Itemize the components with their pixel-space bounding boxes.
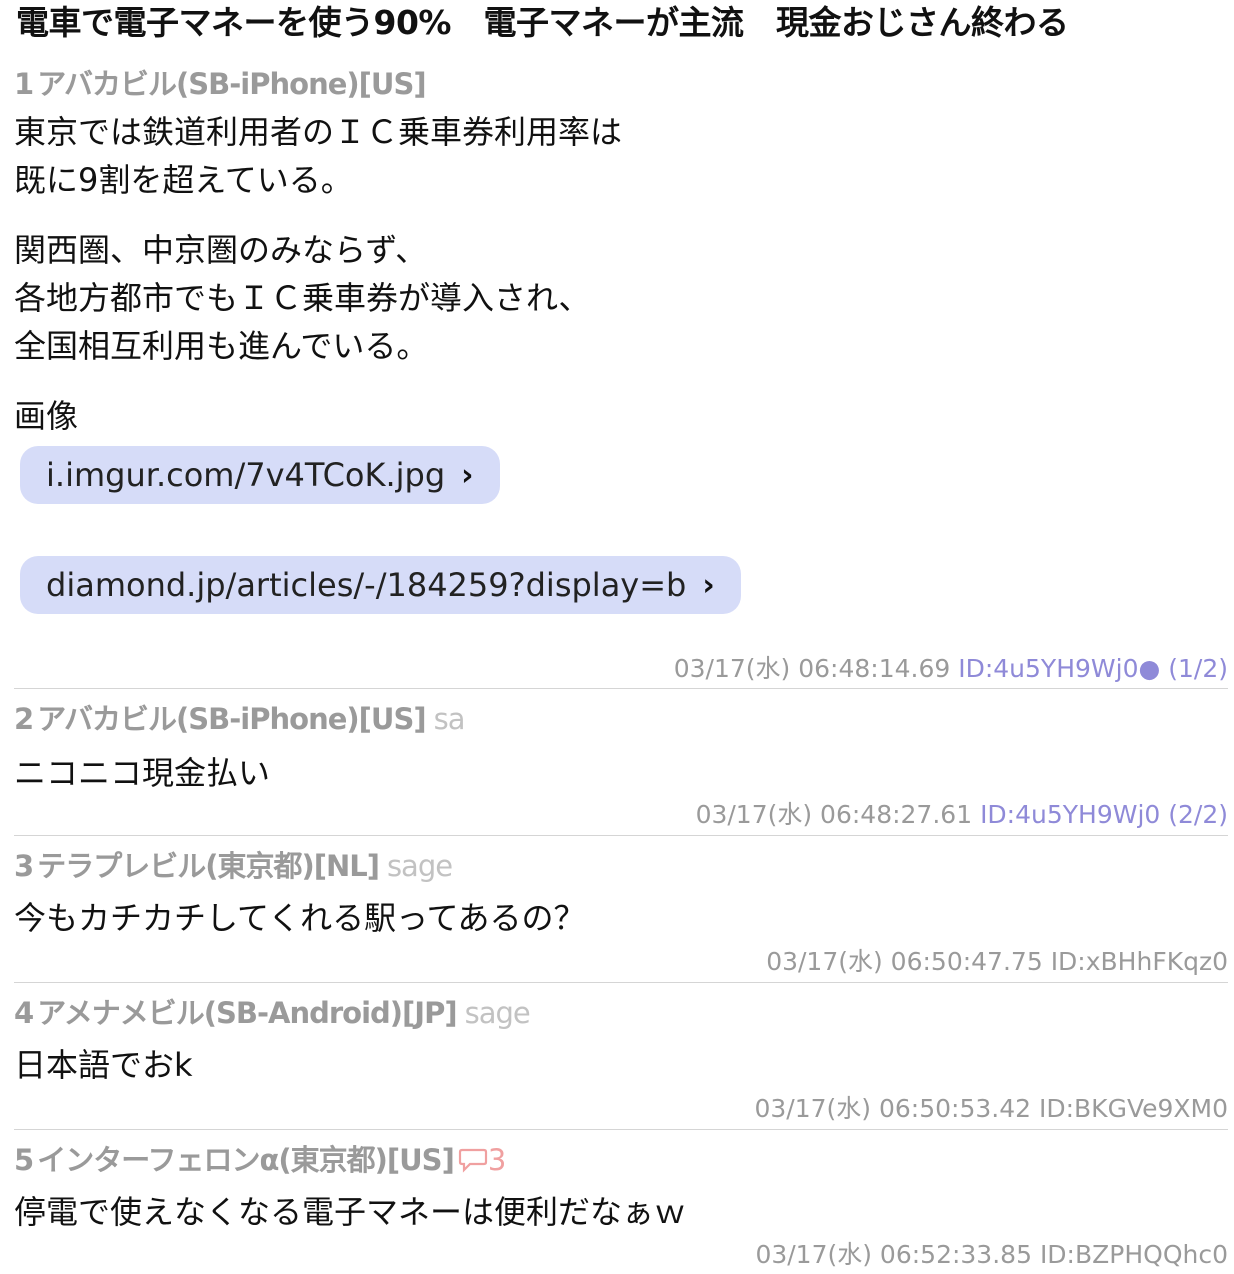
post-header[interactable]: 5 インターフェロンα(東京都)[US] 3 <box>14 1140 1228 1180</box>
post-datetime: 03/17(水) 06:50:47.75 <box>766 947 1043 976</box>
post-number[interactable]: 1 <box>14 67 34 101</box>
link-row: i.imgur.com/7v4TCoK.jpg › <box>14 446 1228 504</box>
poster-id[interactable]: ID:BZPHQQhc0 <box>1040 1240 1228 1269</box>
speech-bubble-icon <box>458 1148 487 1173</box>
divider <box>14 1129 1228 1130</box>
link-label: diamond.jp/articles/-/184259?display=b <box>46 566 687 604</box>
thread-title: 電車で電子マネーを使う90% 電子マネーが主流 現金おじさん終わる <box>16 3 1069 42</box>
mail-field: sage <box>386 849 453 883</box>
poster-name: アメナメビル(SB-Android)[JP] <box>37 996 457 1030</box>
reply-count-number: 3 <box>487 1143 506 1177</box>
post-header[interactable]: 1 アバカビル(SB-iPhone)[US] <box>14 64 1228 104</box>
post-footer: 03/17(水) 06:50:47.75 ID:xBHhFKqz0 <box>766 945 1228 979</box>
post-footer: 03/17(水) 06:48:14.69 ID:4u5YH9Wj0● (1/2) <box>674 652 1228 686</box>
post-body: 日本語でおk <box>14 1046 193 1084</box>
post-number[interactable]: 4 <box>14 996 34 1030</box>
post-footer: 03/17(水) 06:50:53.42 ID:BKGVe9XM0 <box>754 1092 1228 1126</box>
link-row: diamond.jp/articles/-/184259?display=b › <box>14 556 1228 614</box>
post-header[interactable]: 4 アメナメビル(SB-Android)[JP] sage <box>14 993 1228 1033</box>
poster-id[interactable]: ID:BKGVe9XM0 <box>1039 1094 1228 1123</box>
poster-id[interactable]: ID:4u5YH9Wj0 (2/2) <box>980 800 1228 829</box>
post-datetime: 03/17(水) 06:48:27.61 <box>695 800 973 829</box>
reply-count[interactable]: 3 <box>458 1143 506 1177</box>
post-number[interactable]: 2 <box>14 702 34 736</box>
post-datetime: 03/17(水) 06:52:33.85 <box>755 1240 1032 1269</box>
post-number[interactable]: 3 <box>14 849 34 883</box>
divider <box>14 982 1228 983</box>
post-body: 今もカチカチしてくれる駅ってあるの？ <box>14 899 586 937</box>
poster-name: インターフェロンα(東京都)[US] <box>37 1143 455 1177</box>
post-1: 1 アバカビル(SB-iPhone)[US] 東京では鉄道利用者のＩＣ乗車券利用率… <box>14 64 1228 614</box>
post-footer: 03/17(水) 06:48:27.61 ID:4u5YH9Wj0 (2/2) <box>696 798 1228 832</box>
link-imgur[interactable]: i.imgur.com/7v4TCoK.jpg › <box>20 446 500 504</box>
poster-id[interactable]: ID:4u5YH9Wj0● (1/2) <box>958 654 1228 683</box>
post-3: 3 テラプレビル(東京都)[NL] sage 今もカチカチしてくれる駅ってあるの？ <box>14 846 1228 942</box>
post-body: 東京では鉄道利用者のＩＣ乗車券利用率は 既に9割を超えている。 関西圏、中京圏の… <box>14 108 1228 440</box>
mail-field: sage <box>464 996 531 1030</box>
link-label: i.imgur.com/7v4TCoK.jpg <box>46 456 446 494</box>
link-diamond[interactable]: diamond.jp/articles/-/184259?display=b › <box>20 556 741 614</box>
post-body: 停電で使えなくなる電子マネーは便利だなぁｗ <box>14 1193 687 1231</box>
poster-name: アバカビル(SB-iPhone)[US] <box>37 702 426 736</box>
post-2: 2 アバカビル(SB-iPhone)[US] sa ニコニコ現金払い <box>14 699 1228 797</box>
post-datetime: 03/17(水) 06:50:53.42 <box>754 1094 1032 1123</box>
mail-field: sa <box>433 702 466 736</box>
post-4: 4 アメナメビル(SB-Android)[JP] sage 日本語でおk <box>14 993 1228 1089</box>
post-footer: 03/17(水) 06:52:33.85 ID:BZPHQQhc0 <box>755 1238 1228 1272</box>
post-body: ニコニコ現金払い <box>14 754 271 792</box>
poster-name: アバカビル(SB-iPhone)[US] <box>37 67 426 101</box>
poster-name: テラプレビル(東京都)[NL] <box>37 849 380 883</box>
post-paragraph: 東京では鉄道利用者のＩＣ乗車券利用率は 既に9割を超えている。 <box>14 113 623 199</box>
post-5: 5 インターフェロンα(東京都)[US] 3 停電で使えなくなる電子マネーは便利だな… <box>14 1140 1228 1236</box>
chevron-right-icon: › <box>461 457 474 493</box>
divider <box>14 688 1228 689</box>
post-paragraph: 画像 <box>14 397 79 435</box>
chevron-right-icon: › <box>702 567 715 603</box>
post-header[interactable]: 3 テラプレビル(東京都)[NL] sage <box>14 846 1228 886</box>
post-datetime: 03/17(水) 06:48:14.69 <box>673 654 951 683</box>
post-header[interactable]: 2 アバカビル(SB-iPhone)[US] sa <box>14 699 1228 739</box>
poster-id[interactable]: ID:xBHhFKqz0 <box>1051 947 1228 976</box>
divider <box>14 835 1228 836</box>
post-paragraph: 関西圏、中京圏のみならず、 各地方都市でもＩＣ乗車券が導入され、 全国相互利用も… <box>14 231 591 365</box>
post-number[interactable]: 5 <box>14 1143 34 1177</box>
